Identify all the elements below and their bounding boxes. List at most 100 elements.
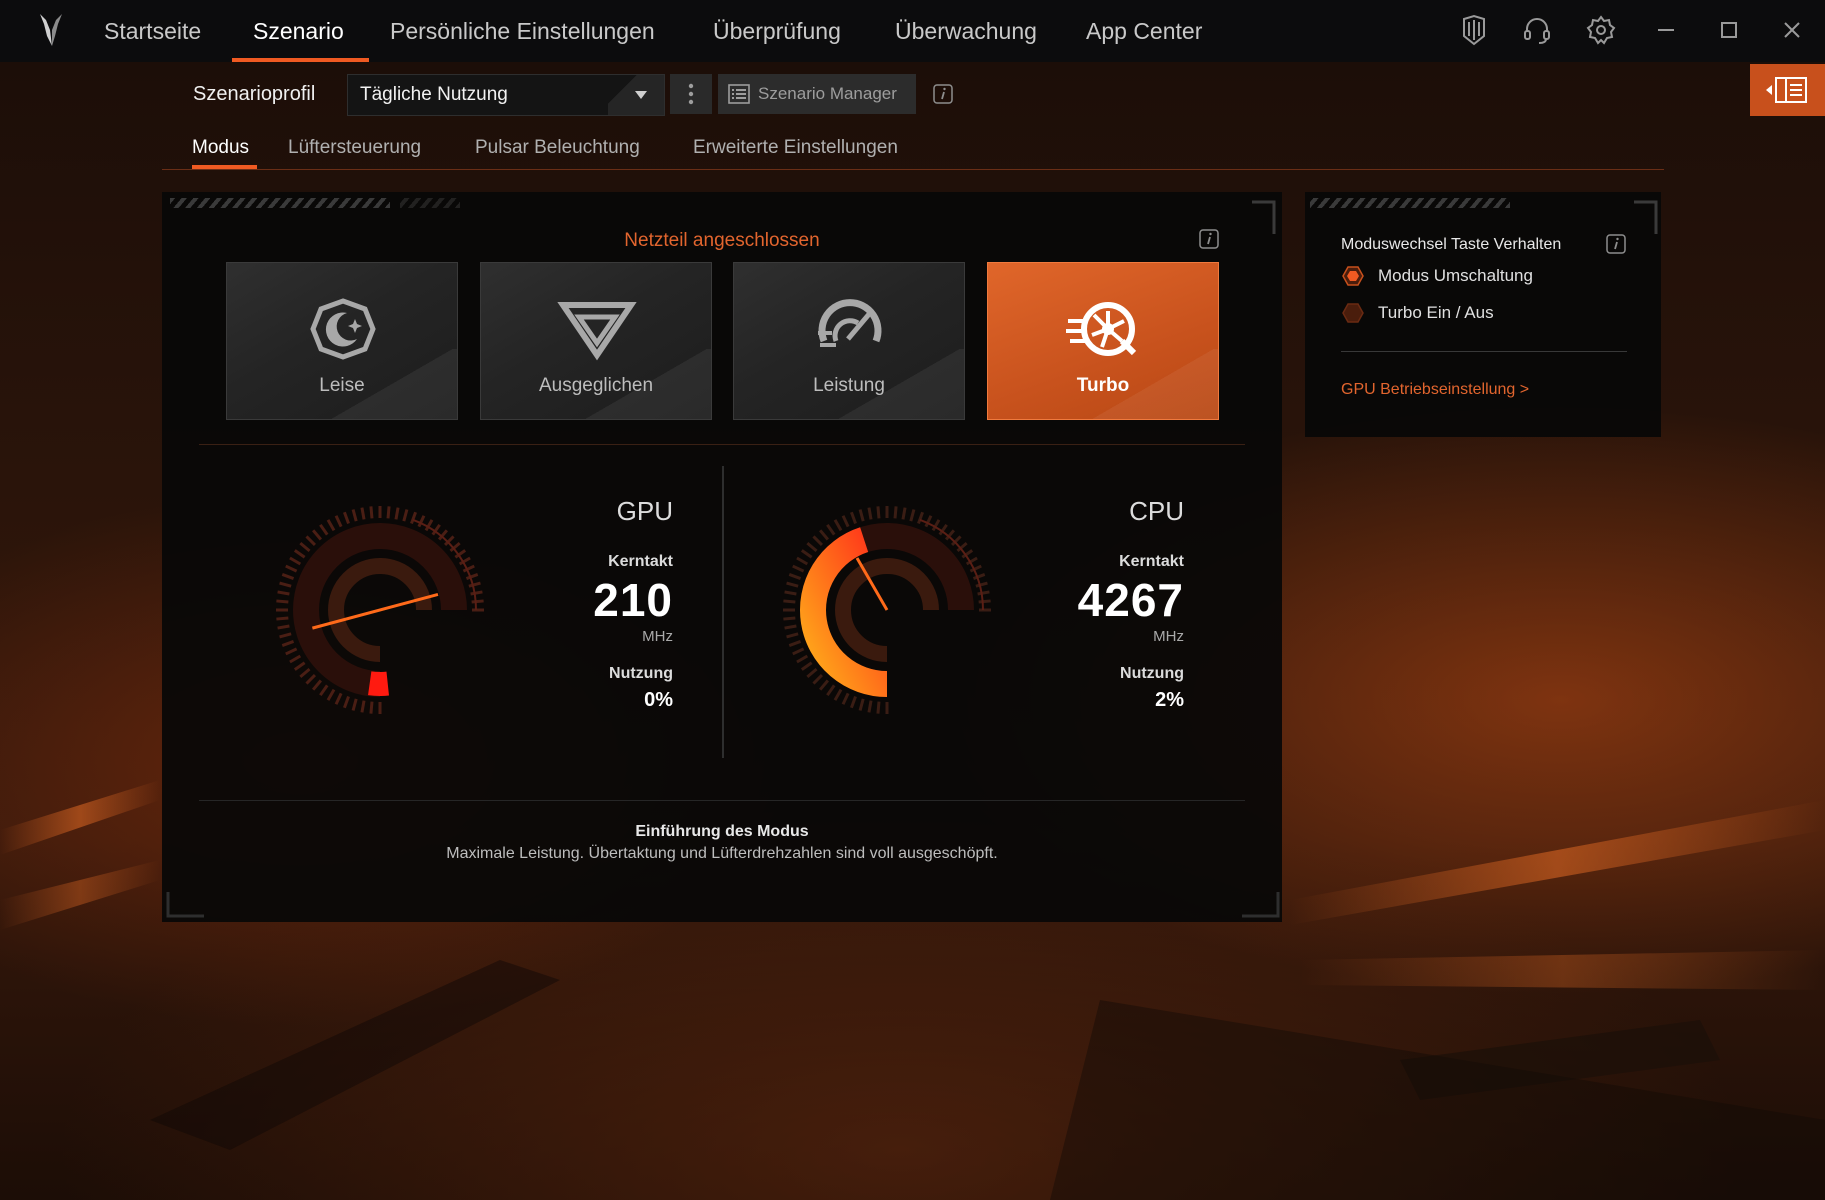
gauge-tick	[299, 667, 311, 678]
gauge-tick	[369, 506, 374, 519]
power-status-label: Netzteil angeschlossen	[624, 230, 820, 251]
nav-personal-settings[interactable]: Persönliche Einstellungen	[390, 18, 655, 45]
gauge-tick	[893, 506, 898, 519]
gauge-tick	[783, 616, 796, 621]
radio-unselected-icon[interactable]	[1342, 302, 1364, 324]
profile-dropdown[interactable]: Tägliche Nutzung	[347, 74, 665, 116]
option-modus-umschaltung[interactable]: Modus Umschaltung	[1378, 266, 1533, 286]
nav-ueberpruefung[interactable]: Überprüfung	[713, 18, 841, 45]
cpu-clock-label: Kerntakt	[1119, 553, 1184, 570]
gauge-tick	[792, 564, 805, 573]
option-turbo-ein-aus[interactable]: Turbo Ein / Aus	[1378, 303, 1494, 323]
app-logo	[40, 14, 62, 46]
gauge-tick	[343, 695, 350, 709]
gauge-tick	[289, 556, 302, 566]
gauge-tick	[867, 507, 873, 520]
mode-card-turbo[interactable]: Turbo	[987, 262, 1219, 420]
mode-card-leistung[interactable]: Leistung	[733, 262, 965, 420]
tab-erweiterte-einstellungen[interactable]: Erweiterte Einstellungen	[693, 137, 898, 159]
gauge-tick	[784, 590, 797, 596]
mode-label-ausgeglichen: Ausgeglichen	[538, 375, 654, 396]
gauge-tick	[312, 529, 323, 541]
gauge-tick	[319, 684, 329, 697]
profile-dropdown-value: Tägliche Nutzung	[360, 84, 508, 105]
cpu-title: CPU	[1129, 496, 1184, 526]
gauge-tick	[281, 640, 295, 647]
gauge-tick	[876, 506, 881, 519]
mode-label-leise: Leise	[319, 375, 365, 396]
gpu-clock-value: 210	[593, 574, 673, 626]
gauge-tick	[788, 573, 802, 580]
mode-card-ausgeglichen[interactable]: Ausgeglichen	[480, 262, 712, 420]
gauge-tick	[819, 679, 830, 691]
mode-label-leistung: Leistung	[813, 375, 885, 396]
minimize-icon[interactable]	[1650, 14, 1682, 46]
headset-icon[interactable]	[1521, 14, 1553, 46]
gauge-tick	[806, 667, 818, 678]
cpu-usage-value: 2%	[1155, 689, 1184, 711]
tab-pulsar-beleuchtung[interactable]: Pulsar Beleuchtung	[475, 137, 640, 159]
gauge-tick	[792, 647, 805, 656]
dropdown-arrow	[608, 75, 664, 115]
mode-switch-title: Moduswechsel Taste Verhalten	[1341, 236, 1562, 253]
gauge-tick	[867, 700, 873, 713]
panel-corner-decoration	[1634, 200, 1658, 234]
gauge-tick	[876, 701, 881, 714]
nav-ueberwachung[interactable]: Überwachung	[895, 18, 1037, 45]
side-panel-toggle[interactable]	[1750, 64, 1825, 116]
scenario-manager-button[interactable]: Szenario Manager	[718, 74, 916, 114]
section-divider	[199, 800, 1245, 801]
scenario-manager-label: Szenario Manager	[758, 84, 897, 103]
close-icon[interactable]	[1776, 14, 1808, 46]
gpu-usage-value: 0%	[644, 689, 673, 711]
nav-startseite[interactable]: Startseite	[104, 18, 201, 45]
gauge-tick	[841, 692, 850, 705]
nav-szenario[interactable]: Szenario	[253, 18, 344, 45]
profile-label: Szenarioprofil	[193, 83, 316, 105]
top-navigation-bar: Startseite Szenario Persönliche Einstell…	[0, 0, 1825, 62]
gauge-tick	[800, 661, 813, 671]
gauge-tick	[850, 695, 857, 709]
gauge-tick	[812, 535, 824, 547]
gauge-tick	[796, 654, 809, 664]
gauge-tick	[909, 509, 916, 522]
nav-app-center[interactable]: App Center	[1086, 18, 1202, 45]
profile-more-button[interactable]	[670, 74, 712, 114]
gauge-tick	[786, 632, 799, 639]
gauge-tick	[277, 590, 290, 596]
chevron-down-icon	[635, 91, 647, 99]
info-icon[interactable]	[1198, 228, 1220, 250]
kebab-menu-icon	[688, 83, 694, 105]
radio-selected-icon[interactable]	[1342, 265, 1364, 287]
mode-card-leise[interactable]: Leise	[226, 262, 458, 420]
gpu-clock-label: Kerntakt	[608, 553, 673, 570]
gauge-tick	[410, 511, 417, 525]
gauge-tick	[917, 511, 924, 525]
maximize-icon[interactable]	[1713, 14, 1745, 46]
gauge-tick	[360, 507, 366, 520]
info-icon[interactable]	[1605, 233, 1627, 255]
panel-hatch-decoration	[400, 198, 460, 208]
gauge-tick	[285, 564, 298, 573]
gpu-clock-unit: MHz	[642, 628, 673, 645]
mode-intro-text: Maximale Leistung. Übertaktung und Lüfte…	[446, 845, 998, 862]
gauge-tick	[812, 673, 824, 685]
gauge-tick	[293, 549, 306, 559]
settings-icon[interactable]	[1585, 14, 1617, 46]
gauge-tick	[800, 549, 813, 559]
list-icon	[728, 84, 750, 104]
gpu-title: GPU	[616, 496, 673, 526]
gauge-tick	[281, 573, 295, 580]
gauge-tick	[343, 511, 350, 525]
info-icon[interactable]	[932, 83, 954, 105]
gauge-tick	[326, 519, 336, 532]
tab-modus[interactable]: Modus	[192, 137, 249, 159]
nav-active-indicator	[232, 58, 369, 62]
tab-lueftersteuerung[interactable]: Lüftersteuerung	[288, 137, 421, 159]
cpu-clock-unit: MHz	[1153, 628, 1184, 645]
shield-icon[interactable]	[1458, 14, 1490, 46]
gpu-settings-link[interactable]: GPU Betriebseinstellung >	[1341, 381, 1529, 399]
gauge-tick	[360, 700, 366, 713]
gauge-tick	[850, 511, 857, 525]
tab-active-indicator	[192, 165, 257, 169]
